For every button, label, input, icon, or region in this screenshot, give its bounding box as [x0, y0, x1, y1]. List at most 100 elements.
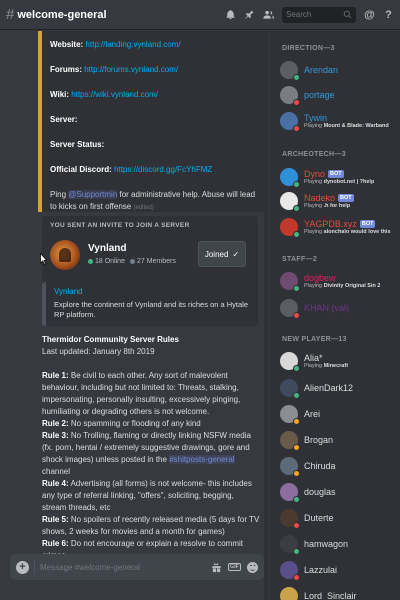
chat-scrollbar-track[interactable] — [264, 31, 269, 600]
member-item[interactable]: Arendan — [280, 58, 398, 82]
status-indicator-icon — [293, 312, 300, 319]
member-item[interactable]: AlienDark12 — [280, 376, 398, 400]
help-icon[interactable]: ? — [383, 9, 394, 21]
member-name-row: Tywin — [304, 113, 389, 123]
member-item[interactable]: dogbew Playing Divinity Original Sin 2 — [280, 269, 398, 293]
members-icon[interactable] — [263, 9, 274, 20]
status-indicator-icon — [293, 574, 300, 581]
member-name: Lord_Sinclair_ — [304, 591, 362, 600]
member-info: AlienDark12 — [304, 383, 353, 393]
joined-button[interactable]: Joined ✓ — [198, 241, 246, 267]
member-activity: Playing Divinity Original Sin 2 — [304, 283, 380, 289]
ping-prefix: Ping — [50, 190, 69, 199]
section-direction: DIRECTION—3 — [282, 45, 335, 52]
member-item[interactable]: Lazzulai — [280, 558, 398, 582]
search-input[interactable]: Search — [282, 6, 356, 23]
member-item[interactable]: Chiruda — [280, 454, 398, 478]
avatar — [280, 192, 300, 212]
member-info: Lord_Sinclair_ — [304, 591, 362, 600]
avatar — [280, 587, 298, 600]
emoji-icon — [247, 561, 258, 573]
member-name-row: dogbew — [304, 273, 380, 283]
rules-updated: Last updated: January 8th 2019 — [42, 347, 155, 356]
member-item[interactable]: Tywin Playing Mount & Blade: Warband — [280, 109, 398, 133]
member-info: Duterte — [304, 513, 334, 523]
member-item[interactable]: Alia* Playing Minecraft — [280, 349, 398, 373]
member-name: AlienDark12 — [304, 383, 354, 393]
avatar — [280, 272, 300, 292]
member-name: Chiruda — [304, 461, 336, 471]
embed-discord-label: Official Discord: — [50, 165, 112, 174]
member-info: Chiruda — [304, 461, 336, 471]
gift-icon[interactable] — [211, 562, 222, 573]
gif-button[interactable]: GIF — [227, 563, 241, 571]
mouse-cursor-icon — [40, 253, 47, 265]
avatar — [280, 86, 300, 106]
member-list[interactable]: DIRECTION—3 ARCHEOTECH—3 STAFF—2 NEW PLA… — [270, 31, 400, 600]
avatar — [280, 112, 300, 132]
member-info: Brogan — [304, 435, 333, 445]
avatar — [280, 431, 300, 451]
member-item[interactable]: YAGPDB.xyz BOT Playing alonchalo would lov… — [280, 215, 398, 239]
status-indicator-icon — [293, 285, 300, 292]
preview-title[interactable]: Vynland — [54, 287, 250, 296]
rule-3-label: Rule 3: — [42, 431, 69, 440]
member-item[interactable]: hamwagon — [280, 532, 398, 556]
member-item[interactable]: Dyno BOT Playing dynobot.net | ?help — [280, 165, 398, 189]
member-item[interactable]: Arei — [280, 402, 398, 426]
emoji-button[interactable] — [247, 561, 258, 573]
status-indicator-icon — [293, 231, 300, 238]
member-name-row: portage — [304, 90, 335, 100]
bot-badge: BOT — [338, 194, 354, 202]
member-item[interactable]: Nadeko BOT Playing .h for help — [280, 189, 398, 213]
edited-tag: (edited) — [133, 205, 154, 211]
embed-forums-link[interactable]: http://forums.vynland.com/ — [84, 65, 178, 74]
member-name-row: hamwagon — [304, 539, 348, 549]
embed-wiki-line: Wiki: https://wiki.vynland.com/ — [50, 89, 256, 101]
pin-icon[interactable] — [244, 9, 255, 20]
shitposts-channel-link[interactable]: #shitposts-general — [169, 455, 235, 464]
member-name-row: Arendan — [304, 65, 338, 75]
supportmin-mention[interactable]: @Supportmin — [68, 190, 118, 199]
rule-6-text: Do not encourage or explain a resolve to… — [42, 539, 243, 554]
member-item[interactable]: Lord_Sinclair_ — [280, 584, 398, 600]
upload-plus-icon[interactable]: + — [16, 560, 29, 574]
rule-4: Rule 4: Advertising (all forms) is not w… — [42, 478, 260, 514]
bell-icon[interactable] — [225, 9, 236, 20]
member-name-row: Alia* — [304, 353, 348, 363]
member-item[interactable]: Duterte — [280, 506, 398, 530]
member-item[interactable]: KHAN (val) — [280, 296, 398, 320]
member-name: portage — [304, 90, 335, 100]
embed-wiki-label: Wiki: — [50, 90, 70, 99]
status-indicator-icon — [293, 496, 300, 503]
invite-member-count: 27 Members — [136, 258, 176, 265]
search-icon — [343, 10, 352, 19]
rule-1-text: Be civil to each other. Any sort of male… — [42, 371, 241, 416]
member-item[interactable]: portage — [280, 83, 398, 107]
server-icon[interactable] — [50, 240, 80, 270]
activity-prefix: Playing — [304, 123, 324, 129]
member-item[interactable]: douglas — [280, 480, 398, 504]
activity-name: dynobot.net | ?help — [323, 179, 375, 185]
status-indicator-icon — [293, 392, 300, 399]
member-info: portage — [304, 90, 335, 100]
embed-wiki-link[interactable]: https://wiki.vynland.com/ — [71, 90, 158, 99]
at-icon[interactable]: @ — [364, 9, 375, 21]
rule-2-label: Rule 2: — [42, 419, 69, 428]
avatar — [280, 483, 300, 503]
embed-status-label: Server Status: — [50, 140, 105, 149]
member-info: Lazzulai — [304, 565, 337, 575]
chat-messages[interactable]: Website: http://landing.vynland.com/ For… — [0, 31, 268, 554]
member-name: Alia* — [304, 353, 323, 363]
activity-name: Minecraft — [323, 363, 349, 369]
embed-status-line: Server Status: — [50, 139, 256, 151]
rule-4-label: Rule 4: — [42, 479, 69, 488]
embed-website-link[interactable]: http://landing.vynland.com/ — [85, 40, 180, 49]
embed-discord-link[interactable]: https://discord.gg/FcYhFMZ — [114, 165, 212, 174]
member-name: Dyno — [304, 169, 326, 179]
rule-1-label: Rule 1: — [42, 371, 69, 380]
rules-title: Thermidor Community Server Rules — [42, 335, 179, 344]
activity-name: .h for help — [323, 203, 351, 209]
message-input[interactable]: Message #welcome-general — [40, 563, 205, 572]
member-item[interactable]: Brogan — [280, 428, 398, 452]
